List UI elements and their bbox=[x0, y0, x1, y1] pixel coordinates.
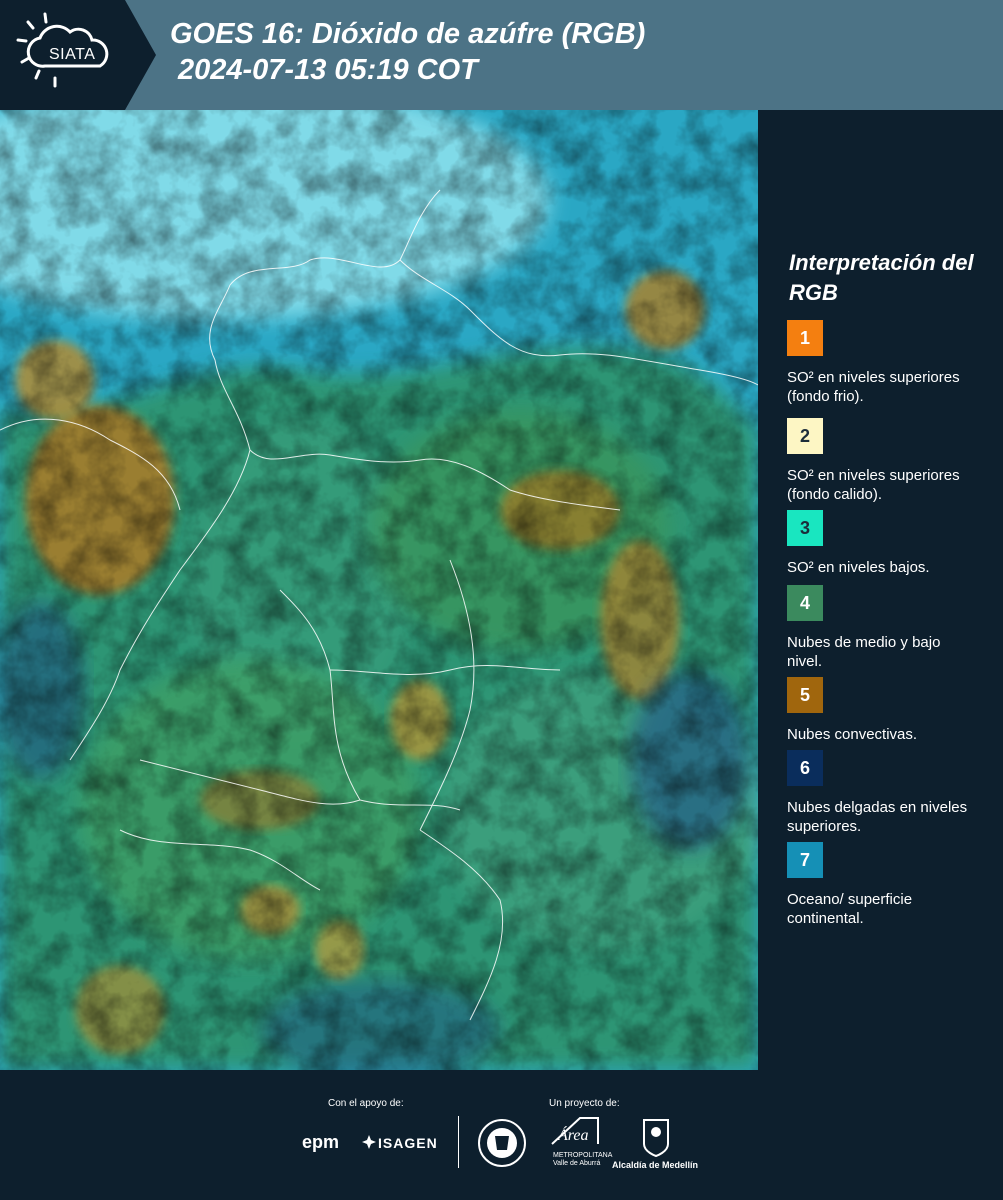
area-logo-text: Área bbox=[557, 1125, 589, 1144]
medellin-seal-icon bbox=[478, 1119, 526, 1167]
title-line-2: 2024-07-13 05:19 COT bbox=[178, 54, 478, 86]
legend-swatch: 2 bbox=[787, 418, 823, 454]
legend-item-3: 3 SO² en niveles bajos. bbox=[787, 510, 987, 577]
title-line-1: GOES 16: Dióxido de azúfre (RGB) bbox=[170, 18, 646, 50]
legend-title: Interpretación del RGB bbox=[789, 250, 974, 305]
legend-label: SO² en niveles bajos. bbox=[787, 559, 930, 576]
area-metropolitana-logo-icon: Área bbox=[551, 1117, 599, 1145]
legend-swatch: 4 bbox=[787, 585, 823, 621]
support-label: Con el apoyo de: bbox=[328, 1098, 404, 1109]
isagen-icon bbox=[362, 1135, 376, 1149]
isagen-logo: ISAGEN bbox=[378, 1135, 438, 1151]
area-line-1: METROPOLITANA bbox=[553, 1152, 613, 1159]
footer-divider bbox=[458, 1116, 459, 1168]
legend-item-2: 2 SO² en niveles superiores (fondo calid… bbox=[787, 418, 987, 504]
legend-item-7: 7 Oceano/ superficie continental. bbox=[787, 842, 987, 928]
alcaldia-shield-icon bbox=[643, 1119, 669, 1158]
header-bar: SIATA GOES 16: Dióxido de azúfre (RGB) 2… bbox=[0, 0, 1003, 110]
legend-item-1: 1 SO² en niveles superiores (fondo frio)… bbox=[787, 320, 987, 406]
satellite-map[interactable] bbox=[0, 110, 758, 1070]
legend-label: Nubes delgadas en niveles superiores. bbox=[787, 799, 968, 835]
rgb-composite-image bbox=[0, 110, 758, 1070]
legend-label: SO² en niveles superiores (fondo calido)… bbox=[787, 467, 960, 503]
brand-name: SIATA bbox=[49, 46, 96, 63]
project-label: Un proyecto de: bbox=[549, 1098, 620, 1109]
legend-swatch: 5 bbox=[787, 677, 823, 713]
legend-item-5: 5 Nubes convectivas. bbox=[787, 677, 987, 744]
legend-panel: Interpretación del RGB 1 SO² en niveles … bbox=[760, 110, 1003, 1070]
legend-swatch: 1 bbox=[787, 320, 823, 356]
legend-swatch: 3 bbox=[787, 510, 823, 546]
alcaldia-text: Alcaldía de Medellín bbox=[612, 1160, 699, 1170]
legend-item-4: 4 Nubes de medio y bajo nivel. bbox=[787, 585, 987, 671]
page-title: GOES 16: Dióxido de azúfre (RGB) 2024-07… bbox=[170, 16, 645, 88]
area-line-2: Valle de Aburrá bbox=[553, 1160, 601, 1167]
legend-label: Oceano/ superficie continental. bbox=[787, 891, 913, 927]
legend-swatch: 6 bbox=[787, 750, 823, 786]
siata-logo: SIATA bbox=[0, 0, 156, 110]
legend-label: Nubes convectivas. bbox=[787, 726, 918, 743]
legend-label: SO² en niveles superiores (fondo frio). bbox=[787, 369, 960, 405]
epm-logo: epm bbox=[302, 1132, 340, 1152]
legend-swatch: 7 bbox=[787, 842, 823, 878]
legend-label: Nubes de medio y bajo nivel. bbox=[787, 634, 941, 670]
footer-bar: Con el apoyo de: Un proyecto de: epm ISA… bbox=[0, 1070, 1003, 1200]
legend-item-6: 6 Nubes delgadas en niveles superiores. bbox=[787, 750, 987, 836]
area-metropolitana-text: METROPOLITANA Valle de Aburrá bbox=[553, 1152, 612, 1168]
